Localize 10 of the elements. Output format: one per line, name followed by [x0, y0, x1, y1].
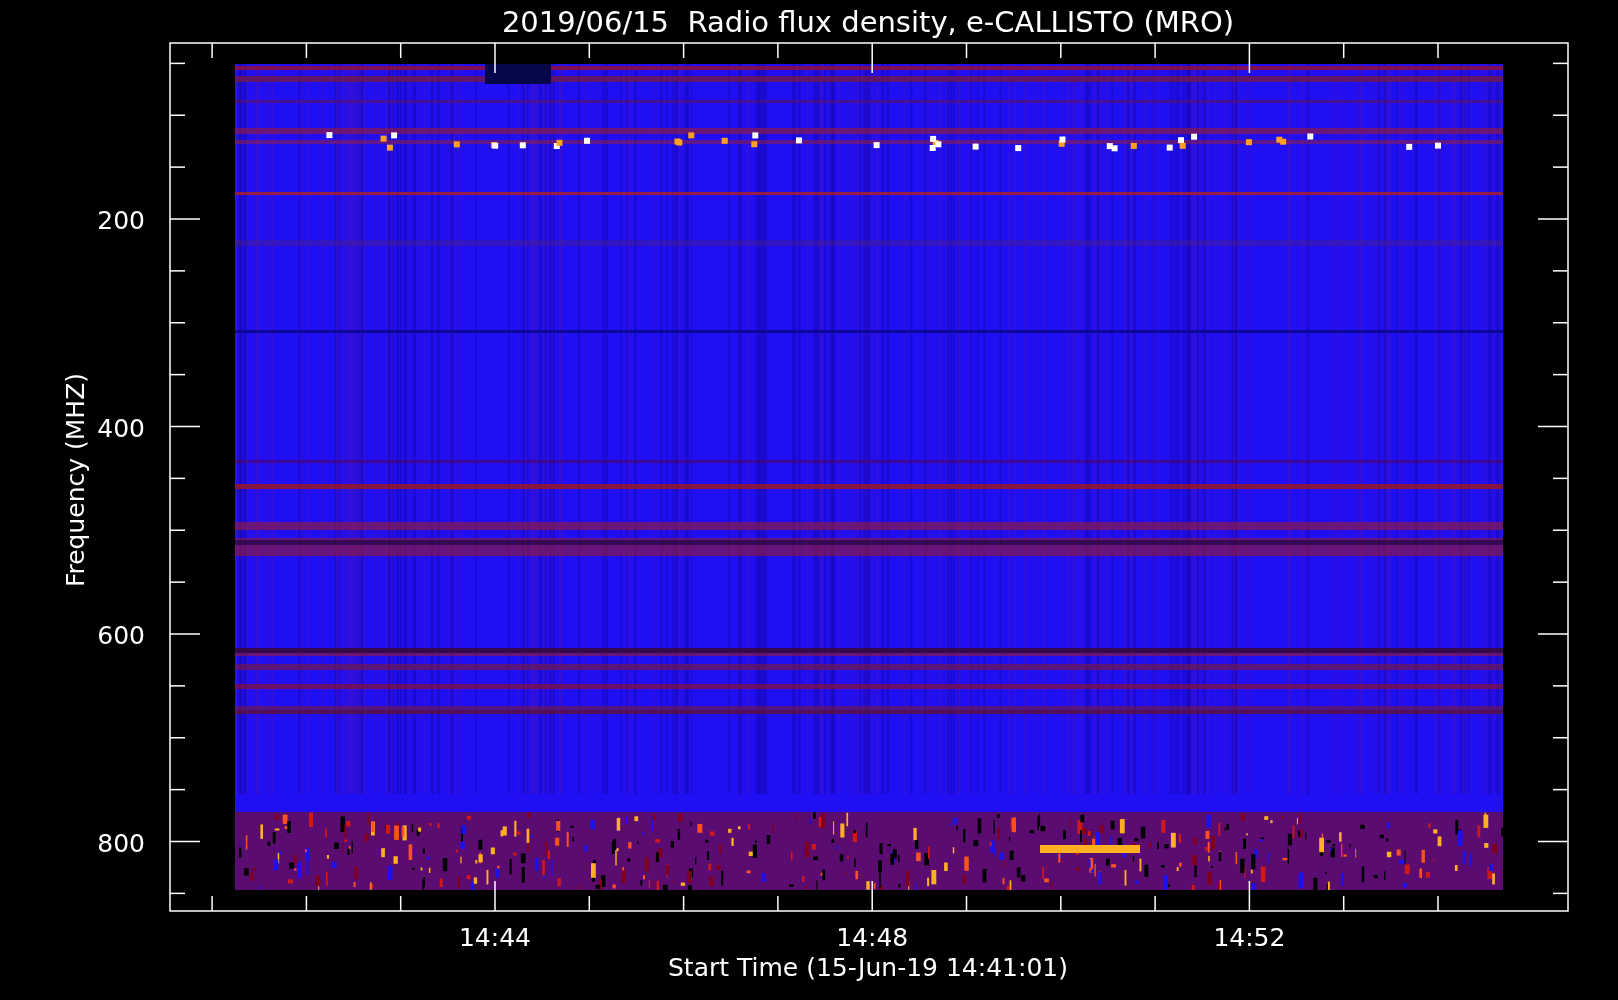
axis-title: Start Time (15-Jun-19 14:41:01): [668, 953, 1068, 982]
axis-tick-label: 800: [97, 828, 145, 858]
chart-title: 2019/06/15 Radio flux density, e-CALLISTO (MRO): [501, 5, 1235, 39]
axis-tick-label: 600: [97, 621, 145, 650]
axis-tick-label: 14:52: [1213, 923, 1286, 952]
axis-tick-label: 14:44: [459, 923, 531, 952]
axis-title: Frequency (MHZ): [61, 372, 90, 588]
axis-tick-label: 400: [97, 413, 145, 443]
axis-tick-label: 200: [97, 206, 145, 235]
axis-tick-label: 14:48: [836, 923, 909, 952]
